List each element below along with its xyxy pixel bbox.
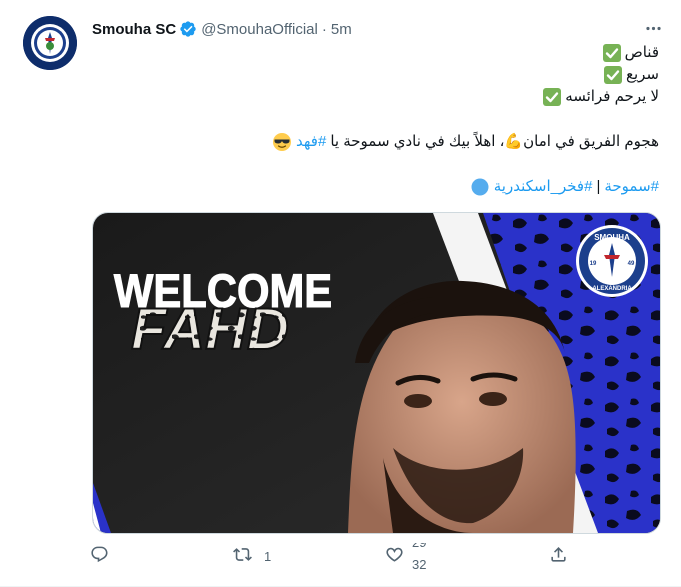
check-mark-icon bbox=[602, 44, 621, 62]
tweet[interactable]: Smouha SC @SmouhaOfficial · 5m قناص سريع… bbox=[0, 0, 681, 587]
hashtag-alexandria-pride[interactable]: #فخر_اسكندرية bbox=[494, 176, 593, 198]
share-icon bbox=[549, 545, 568, 567]
reply-icon bbox=[90, 545, 109, 567]
hashtag-smouha[interactable]: #سموحة bbox=[604, 176, 659, 198]
display-name[interactable]: Smouha SC bbox=[92, 21, 176, 38]
text-line-4: هجوم الفريق في امان💪، اهلاً بيك في نادي … bbox=[330, 133, 659, 150]
text-line: قناص bbox=[99, 42, 659, 64]
hashtag-separator: | bbox=[596, 178, 601, 195]
retweet-icon bbox=[233, 545, 252, 567]
retweet-button[interactable]: 1 bbox=[233, 543, 271, 569]
text-line-1: قناص bbox=[624, 44, 659, 61]
check-mark-icon bbox=[543, 88, 562, 106]
timestamp[interactable]: 5m bbox=[331, 21, 352, 38]
handle[interactable]: @SmouhaOfficial bbox=[201, 21, 318, 38]
club-logo-icon bbox=[23, 16, 77, 70]
hashtag-fahd[interactable]: #فهد bbox=[296, 131, 326, 153]
more-icon[interactable] bbox=[643, 18, 663, 38]
badge-top-text: SMOUHA bbox=[594, 233, 630, 242]
player-photo bbox=[348, 280, 576, 533]
heart-icon bbox=[385, 545, 404, 567]
like-count-new: 32 bbox=[412, 557, 427, 569]
avatar[interactable] bbox=[23, 16, 77, 70]
tweet-actions: 1 29 32 bbox=[90, 543, 570, 569]
text-line: لا يرحم فرائسه bbox=[99, 86, 659, 108]
retweet-count: 1 bbox=[264, 548, 272, 564]
text-line: هجوم الفريق في امان💪، اهلاً بيك في نادي … bbox=[99, 131, 659, 153]
badge-year-left: 19 bbox=[590, 261, 597, 267]
like-count: 29 32 bbox=[412, 543, 442, 569]
tweet-media-image[interactable]: WELCOME FAHD SMOUHA ALEXANDRIA 19 49 bbox=[92, 212, 661, 534]
text-line: سريع bbox=[99, 64, 659, 86]
like-count-old: 29 bbox=[412, 543, 426, 550]
check-mark-icon bbox=[603, 66, 622, 84]
text-line-3: لا يرحم فرائسه bbox=[565, 88, 659, 105]
club-badge: SMOUHA ALEXANDRIA 19 49 bbox=[576, 225, 648, 297]
like-button[interactable]: 29 32 bbox=[385, 543, 442, 569]
reply-button[interactable] bbox=[90, 543, 121, 569]
blue-circle-emoji-icon bbox=[470, 177, 490, 197]
verified-badge-icon bbox=[179, 20, 197, 38]
separator-dot: · bbox=[321, 20, 327, 38]
badge-bottom-text: ALEXANDRIA bbox=[592, 286, 632, 292]
tweet-text: قناص سريع لا يرحم فرائسه هجوم الفريق في … bbox=[99, 42, 659, 198]
text-line: #سموحة | #فخر_اسكندرية bbox=[99, 176, 659, 198]
share-button[interactable] bbox=[549, 543, 580, 569]
headline-name: FAHD bbox=[131, 297, 289, 362]
text-line-2: سريع bbox=[625, 66, 659, 83]
badge-year-right: 49 bbox=[628, 261, 635, 267]
sunglasses-emoji-icon bbox=[272, 132, 292, 152]
tweet-header: Smouha SC @SmouhaOfficial · 5m bbox=[92, 19, 352, 39]
